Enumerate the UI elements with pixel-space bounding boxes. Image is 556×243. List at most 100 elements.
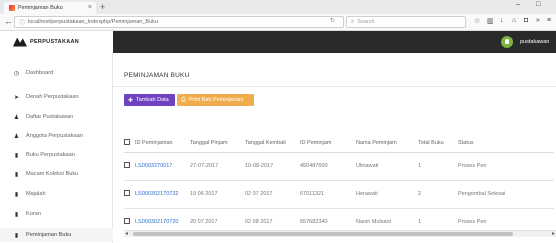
pocket-icon[interactable]: ◘ [524, 17, 528, 24]
borrow-date: 19 06 2017 [190, 180, 245, 209]
print-label: Print Bab Peminjaman [188, 97, 244, 103]
book-icon: ▮ [14, 171, 19, 178]
return-date: 10-08-2017 [245, 152, 300, 181]
home-icon[interactable]: ⌂ [512, 17, 516, 24]
column-header[interactable]: ID Peminjam [300, 134, 356, 153]
sidebar-item-koleksi[interactable]: ▮ Macam Koleksi Buku [0, 167, 113, 181]
url-text: localhost/perpustakaan_Indexphp/Peminjam… [28, 19, 158, 25]
tab-title: Peminjaman Buku [18, 5, 63, 11]
sidebar-item-label: Majalah [26, 191, 46, 197]
menu-icon[interactable]: ≡ [547, 17, 551, 24]
sidebar-item-peminjaman[interactable]: ▮ Peminjaman Buku [0, 228, 113, 242]
select-all-checkbox[interactable] [124, 138, 130, 145]
sidebar-item-denah[interactable]: ➤ Denah Perpustakaan [0, 90, 113, 104]
borrow-date: 27-07-2017 [190, 152, 245, 181]
return-date: 02 07 2017 [245, 180, 300, 209]
download-icon[interactable]: ↓ [500, 17, 504, 24]
search-icon: ⌕ [351, 18, 355, 25]
borrower-name: Herawati [356, 180, 418, 209]
minimize-button[interactable]: – [516, 1, 520, 8]
column-header[interactable]: Total Buku [418, 134, 458, 153]
total-books: 1 [418, 152, 458, 181]
users-icon: ♟ [13, 133, 20, 140]
horizontal-scrollbar[interactable]: ◂ ▸ [124, 230, 556, 237]
sidebar-item-majalah[interactable]: ▮ Majalah [0, 187, 113, 201]
browser-nav-bar: ← ⓘ localhost/perpustakaan_Indexphp/Pemi… [0, 14, 556, 31]
borrower-id: 450487600 [300, 152, 356, 181]
star-icon[interactable]: ☆ [474, 17, 480, 25]
overflow-icon[interactable]: » [536, 17, 540, 24]
borrower-name: Ulinawati [356, 152, 418, 181]
sidebar-item-label: Buku Perpustakaan [26, 152, 75, 158]
sidebar-item-label: Dashboard [26, 70, 54, 76]
borrower-id: 67011321 [300, 180, 356, 209]
sidebar-item-label: Anggota Perpustakaan [26, 133, 83, 139]
favicon-icon [9, 5, 15, 11]
column-header[interactable]: Tanggal Kembali [245, 134, 300, 153]
select-all-cell [124, 134, 135, 153]
loans-table: ID Peminjaman Tanggal Pinjam Tanggal Kem… [124, 134, 554, 237]
row-checkbox[interactable] [124, 162, 130, 168]
book-icon: ▮ [14, 191, 19, 198]
main-content: PEMINJAMAN BUKU ✚ Tambah Data ⎙ Print Ba… [113, 53, 556, 243]
status: Pengembal Selesai [458, 180, 554, 209]
url-bar[interactable]: ⓘ localhost/perpustakaan_Indexphp/Peminj… [14, 16, 344, 28]
total-books: 2 [418, 180, 458, 209]
add-data-label: Tambah Data [136, 97, 169, 103]
divider [113, 86, 556, 87]
library-icon[interactable]: ▥ [487, 17, 494, 25]
print-icon: ⎙ [181, 96, 186, 103]
scrollbar-thumb[interactable] [133, 232, 513, 236]
row-checkbox[interactable] [124, 190, 130, 196]
reload-icon[interactable]: ↻ [330, 17, 335, 24]
user-name[interactable]: pustakawan [520, 39, 549, 45]
column-header[interactable]: Status [458, 134, 554, 153]
sidebar-item-dashboard[interactable]: ◷ Dashboard [0, 66, 113, 80]
browser-tab[interactable]: Peminjaman Buku × [4, 2, 96, 14]
sidebar-item-pustakawan[interactable]: ♟ Daftar Pustakawan [0, 110, 113, 124]
row-select-cell [124, 152, 135, 181]
avatar[interactable] [501, 36, 513, 48]
sidebar-item-buku[interactable]: ▮ Buku Perpustakaan [0, 148, 113, 162]
tab-close-icon[interactable]: × [88, 4, 92, 11]
dashboard-icon: ◷ [13, 70, 20, 77]
sidebar-item-label: Koran [26, 211, 41, 217]
loan-id-link[interactable]: LS0003270017 [135, 152, 190, 181]
add-data-button[interactable]: ✚ Tambah Data [124, 94, 175, 106]
column-header[interactable]: ID Peminjaman [135, 134, 190, 153]
sidebar-item-label: Denah Perpustakaan [26, 94, 79, 100]
sidebar-item-anggota[interactable]: ♟ Anggota Perpustakaan [0, 129, 113, 143]
brand[interactable]: PERPUSTAKAAN [0, 31, 113, 53]
loan-id-link[interactable]: LS000302170732 [135, 180, 190, 209]
print-button[interactable]: ⎙ Print Bab Peminjaman [177, 94, 254, 106]
logo-icon [13, 37, 27, 47]
sidebar-item-label: Peminjaman Buku [26, 232, 72, 238]
row-checkbox[interactable] [124, 218, 130, 224]
send-icon: ➤ [13, 94, 20, 101]
table-row: LS000302170732 19 06 2017 02 07 2017 670… [124, 180, 554, 209]
book-icon: ▮ [14, 152, 19, 159]
back-arrow-icon[interactable]: ← [4, 16, 13, 26]
sidebar-item-koran[interactable]: ▮ Koran [0, 207, 113, 221]
column-header[interactable]: Nama Peminjam [356, 134, 418, 153]
user-icon: ♟ [13, 114, 20, 121]
table-header-row: ID Peminjaman Tanggal Pinjam Tanggal Kem… [124, 134, 554, 153]
brand-name: PERPUSTAKAAN [30, 39, 80, 45]
scroll-right-icon[interactable]: ▸ [552, 230, 555, 237]
table-row: LS0003270017 27-07-2017 10-08-2017 45048… [124, 152, 554, 181]
browser-tab-bar: Peminjaman Buku × + – □ [0, 0, 556, 14]
status: Proses Pen [458, 152, 554, 181]
search-input[interactable]: ⌕ Search [346, 16, 466, 28]
page-title: PEMINJAMAN BUKU [124, 72, 190, 79]
scroll-left-icon[interactable]: ◂ [125, 230, 128, 237]
new-tab-button[interactable]: + [100, 2, 105, 12]
sidebar-item-label: Macam Koleksi Buku [26, 171, 79, 177]
book-icon: ▮ [14, 211, 19, 218]
sidebar-item-label: Daftar Pustakawan [26, 114, 74, 120]
maximize-button[interactable]: □ [536, 1, 540, 8]
row-select-cell [124, 180, 135, 209]
info-icon: ⓘ [19, 20, 26, 27]
book-icon: ▮ [14, 232, 19, 239]
plus-icon: ✚ [128, 97, 134, 104]
column-header[interactable]: Tanggal Pinjam [190, 134, 245, 153]
